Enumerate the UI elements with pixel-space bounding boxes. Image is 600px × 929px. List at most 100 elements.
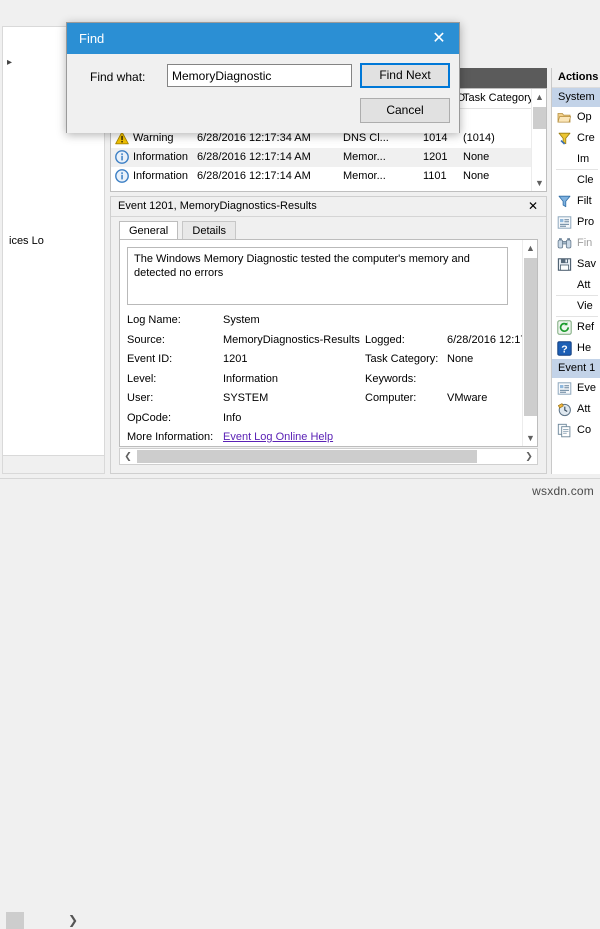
find-what-input[interactable]	[168, 65, 351, 86]
tree-item-label[interactable]: ices Lo	[9, 235, 44, 247]
actions-pane-header: Actions	[552, 68, 600, 88]
cell-task-category: None	[463, 170, 489, 182]
property-value: System	[223, 314, 260, 326]
action-item[interactable]: Eve	[552, 378, 600, 399]
cancel-button[interactable]: Cancel	[360, 98, 450, 123]
table-row[interactable]: Information6/28/2016 12:17:14 AMMemor...…	[111, 148, 532, 167]
tab-details[interactable]: Details	[182, 221, 236, 240]
event-detail-hscrollbar-thumb[interactable]	[137, 450, 477, 463]
scroll-up-icon[interactable]: ▲	[532, 89, 547, 105]
cell-event-id: 1101	[423, 170, 447, 182]
cell-level: Information	[133, 151, 188, 163]
cell-level: Information	[133, 170, 188, 182]
event-list-vertical-scrollbar[interactable]: ▲ ▼	[531, 89, 546, 191]
action-item[interactable]: Cle	[552, 170, 600, 191]
find-dialog-titlebar[interactable]: Find ✕	[67, 23, 459, 54]
action-item-label: Co	[577, 424, 591, 436]
scroll-down-icon[interactable]: ▼	[523, 430, 538, 446]
cell-event-id: 1014	[423, 132, 447, 144]
event-detail-title: Event 1201, MemoryDiagnostics-Results	[118, 200, 317, 212]
properties-icon	[557, 215, 572, 230]
action-item[interactable]: Co	[552, 420, 600, 441]
property-row: Source:MemoryDiagnostics-ResultsLogged:6…	[127, 334, 519, 354]
event-detail-header: Event 1201, MemoryDiagnostics-Results ✕	[111, 197, 546, 217]
action-item-label: Filt	[577, 195, 592, 207]
tree-scrollbar-thumb[interactable]	[6, 912, 24, 929]
property-label: User:	[127, 392, 153, 404]
cell-date: 6/28/2016 12:17:14 AM	[197, 151, 311, 163]
find-dialog-title: Find	[79, 31, 104, 46]
close-icon[interactable]: ✕	[526, 199, 540, 213]
event-message-box: The Windows Memory Diagnostic tested the…	[127, 247, 508, 305]
actions-group-header: Event 1	[552, 359, 600, 378]
status-bar	[0, 478, 600, 502]
action-item-label: Cre	[577, 132, 595, 144]
property-value: 1201	[223, 353, 247, 365]
cell-source: Memor...	[343, 170, 386, 182]
action-item[interactable]: Pro	[552, 212, 600, 233]
action-item[interactable]: ?He	[552, 338, 600, 359]
event-log-online-help-link[interactable]: Event Log Online Help	[223, 431, 333, 443]
property-value: MemoryDiagnostics-Results	[223, 334, 360, 346]
find-what-label: Find what:	[90, 70, 145, 84]
copy-icon	[557, 423, 572, 438]
watermark-text: wsxdn.com	[532, 484, 594, 498]
property-value: VMware	[447, 392, 487, 404]
scroll-left-icon[interactable]: ❮	[120, 449, 136, 464]
action-item-label: Op	[577, 111, 592, 123]
event-detail-scrollbar-thumb[interactable]	[524, 258, 537, 416]
actions-group-title: System	[558, 91, 595, 103]
action-item[interactable]: Filt	[552, 191, 600, 212]
table-row[interactable]: Information 6/28/2016 12:17:14 AM Memor...…	[111, 167, 532, 186]
action-item-label: Pro	[577, 216, 594, 228]
more-information-label: More Information:	[127, 431, 213, 443]
scroll-up-icon[interactable]: ▲	[523, 240, 538, 256]
event-detail-pane: Event 1201, MemoryDiagnostics-Results ✕ …	[110, 196, 547, 474]
scroll-right-icon[interactable]: ❯	[521, 449, 537, 464]
action-item[interactable]: Sav	[552, 254, 600, 275]
action-item[interactable]: Ref	[552, 317, 600, 338]
find-next-button[interactable]: Find Next	[360, 63, 450, 88]
action-item[interactable]: Fin	[552, 233, 600, 254]
property-label: Source:	[127, 334, 165, 346]
funnel-icon	[557, 194, 572, 209]
property-label: OpCode:	[127, 412, 171, 424]
property-label: Log Name:	[127, 314, 181, 326]
cell-date: 6/28/2016 12:17:14 AM	[197, 170, 311, 182]
event-list-scrollbar-thumb[interactable]	[533, 107, 546, 129]
action-item-label: Vie	[577, 300, 593, 312]
property-value: Information	[223, 373, 278, 385]
action-item[interactable]: Vie	[552, 296, 600, 317]
scroll-down-icon[interactable]: ▼	[532, 175, 547, 191]
actions-pane-title: Actions	[558, 71, 598, 83]
information-icon	[115, 169, 129, 183]
action-item[interactable]: Att	[552, 399, 600, 420]
action-item[interactable]: Att	[552, 275, 600, 296]
action-item-label: Im	[577, 153, 589, 165]
property-value: SYSTEM	[223, 392, 268, 404]
property-label: Keywords:	[365, 373, 416, 385]
event-properties-grid: Log Name: System Source: MemoryDiagnostics-…	[127, 314, 519, 447]
more-information-row: More Information: Event Log Online Help	[127, 431, 519, 447]
property-value: None	[447, 353, 473, 365]
tree-scroll-right-icon[interactable]: ❯	[63, 912, 83, 929]
cell-level: Warning	[133, 132, 174, 144]
event-detail-vertical-scrollbar[interactable]: ▲ ▼	[522, 240, 537, 446]
close-icon[interactable]: ✕	[419, 23, 459, 54]
action-item-label: Eve	[577, 382, 596, 394]
property-label: Computer:	[365, 392, 416, 404]
action-item[interactable]: Cre	[552, 128, 600, 149]
property-label: Task Category:	[365, 353, 438, 365]
refresh-icon	[557, 320, 572, 335]
find-what-input-wrapper[interactable]	[167, 64, 352, 87]
action-item[interactable]: Op	[552, 107, 600, 128]
event-detail-horizontal-scrollbar[interactable]: ❮ ❯	[119, 448, 538, 465]
tree-expand-chevron-icon[interactable]: ▸	[7, 57, 12, 68]
action-item[interactable]: Im	[552, 149, 600, 170]
cell-event-id: 1201	[423, 151, 447, 163]
tab-general[interactable]: General	[119, 221, 178, 240]
action-item-label: Ref	[577, 321, 594, 333]
column-header[interactable]: Task Category	[463, 92, 533, 104]
tree-horizontal-scrollbar[interactable]: ❯	[2, 455, 105, 474]
find-dialog: Find ✕ Find what: Find Next Cancel	[66, 22, 460, 133]
